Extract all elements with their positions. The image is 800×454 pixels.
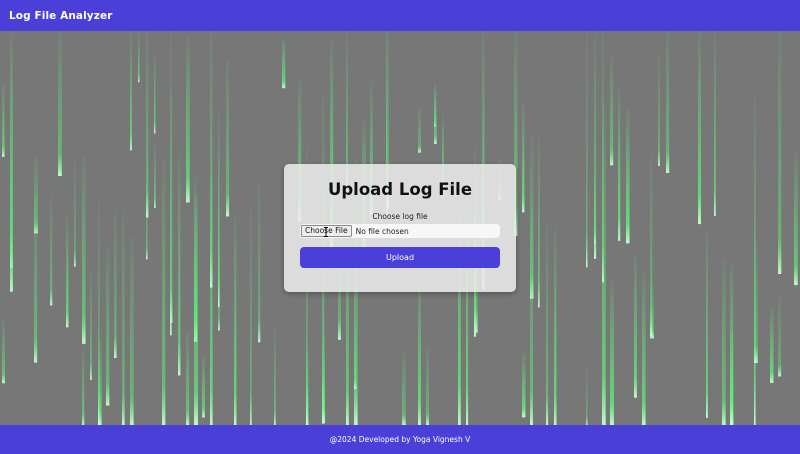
matrix-stream bbox=[234, 215, 237, 425]
matrix-stream bbox=[34, 196, 38, 363]
matrix-stream bbox=[554, 227, 557, 425]
matrix-stream bbox=[138, 31, 140, 83]
matrix-stream bbox=[282, 38, 286, 89]
matrix-stream bbox=[698, 31, 702, 225]
matrix-stream bbox=[2, 82, 5, 157]
matrix-stream bbox=[2, 319, 5, 384]
matrix-stream bbox=[434, 87, 437, 145]
matrix-stream bbox=[258, 181, 261, 343]
matrix-stream bbox=[666, 31, 670, 173]
matrix-stream bbox=[794, 151, 798, 286]
matrix-stream bbox=[154, 141, 156, 208]
matrix-stream bbox=[754, 239, 758, 364]
choose-log-file-label: Choose log file bbox=[372, 212, 428, 221]
matrix-stream bbox=[706, 227, 708, 418]
matrix-stream bbox=[114, 210, 117, 359]
footer-credit: @2024 Developed by Yoga Vignesh V bbox=[329, 435, 471, 444]
matrix-stream bbox=[202, 354, 205, 418]
matrix-stream bbox=[418, 106, 422, 153]
matrix-stream bbox=[66, 216, 69, 328]
matrix-stream bbox=[586, 31, 588, 268]
matrix-stream bbox=[522, 352, 526, 418]
matrix-stream bbox=[546, 223, 549, 425]
text-cursor-icon bbox=[324, 227, 328, 237]
upload-card-title: Upload Log File bbox=[327, 180, 473, 199]
matrix-stream bbox=[770, 307, 774, 383]
matrix-stream bbox=[418, 271, 421, 425]
matrix-stream bbox=[650, 155, 653, 337]
matrix-stream bbox=[154, 52, 156, 134]
file-status-text: No file chosen bbox=[355, 226, 409, 236]
matrix-stream bbox=[346, 31, 348, 187]
matrix-stream bbox=[82, 155, 86, 344]
matrix-stream bbox=[626, 108, 630, 244]
footer: @2024 Developed by Yoga Vignesh V bbox=[0, 425, 800, 454]
matrix-stream bbox=[634, 254, 637, 398]
matrix-stream bbox=[402, 350, 406, 425]
matrix-stream bbox=[122, 210, 125, 425]
matrix-stream bbox=[538, 133, 540, 308]
matrix-stream bbox=[274, 327, 276, 425]
matrix-stream bbox=[586, 364, 588, 425]
matrix-stream bbox=[218, 108, 220, 308]
app-page: Log File Analyzer Upload Log File Choose… bbox=[0, 0, 800, 454]
matrix-stream bbox=[722, 257, 726, 425]
matrix-stream bbox=[322, 335, 326, 423]
log-file-input[interactable]: Choose File No file chosen bbox=[300, 224, 500, 238]
matrix-stream bbox=[186, 329, 190, 425]
matrix-stream bbox=[98, 198, 100, 425]
matrix-stream bbox=[426, 345, 429, 425]
matrix-stream bbox=[642, 271, 646, 425]
matrix-stream bbox=[194, 194, 198, 425]
matrix-stream bbox=[610, 279, 614, 425]
matrix-stream bbox=[354, 323, 357, 390]
matrix-stream bbox=[90, 268, 92, 380]
matrix-stream bbox=[58, 31, 62, 177]
upload-card: Upload Log File Choose log file Choose F… bbox=[284, 164, 516, 292]
matrix-stream bbox=[618, 84, 621, 241]
matrix-stream bbox=[530, 205, 533, 425]
matrix-stream bbox=[730, 262, 734, 425]
app-brand-title[interactable]: Log File Analyzer bbox=[9, 10, 112, 22]
matrix-stream bbox=[146, 31, 149, 218]
matrix-stream bbox=[714, 31, 716, 216]
matrix-stream bbox=[210, 31, 213, 288]
upload-button[interactable]: Upload bbox=[300, 247, 500, 268]
matrix-stream bbox=[10, 50, 13, 292]
matrix-stream bbox=[250, 203, 252, 425]
matrix-stream bbox=[186, 35, 190, 203]
matrix-stream bbox=[658, 53, 660, 166]
matrix-stream bbox=[602, 31, 604, 283]
matrix-stream bbox=[778, 31, 782, 275]
navbar: Log File Analyzer bbox=[0, 0, 800, 31]
matrix-stream bbox=[594, 176, 596, 244]
matrix-stream bbox=[130, 237, 134, 425]
matrix-stream bbox=[226, 59, 230, 217]
matrix-stream bbox=[178, 155, 181, 376]
matrix-stream bbox=[778, 296, 782, 377]
matrix-stream bbox=[522, 103, 525, 213]
matrix-stream bbox=[74, 159, 76, 267]
matrix-stream bbox=[130, 31, 132, 151]
matrix-stream bbox=[610, 56, 614, 166]
matrix-stream bbox=[162, 159, 166, 425]
matrix-stream bbox=[82, 348, 85, 425]
matrix-stream bbox=[50, 195, 53, 306]
matrix-stream bbox=[170, 31, 172, 336]
matrix-stream bbox=[106, 247, 110, 406]
